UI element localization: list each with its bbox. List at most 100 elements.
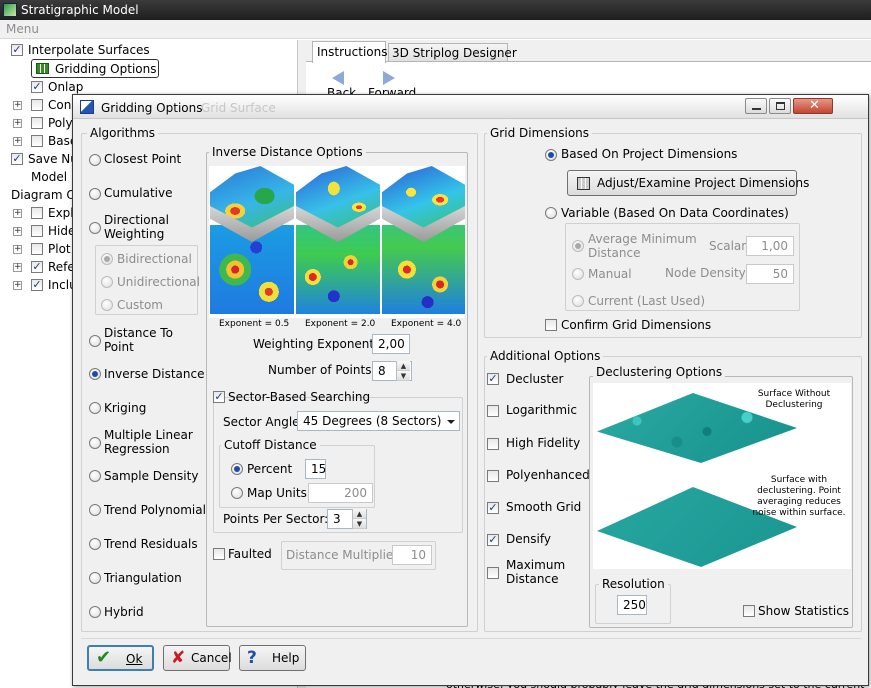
expand-icon[interactable]: + [13, 245, 22, 254]
algo-distance-to-point[interactable]: Distance To Point [104, 326, 194, 354]
checkbox-polyenhanced[interactable] [487, 470, 499, 482]
percent-label[interactable]: Percent [247, 462, 292, 476]
dir-bidirectional[interactable]: Bidirectional [117, 252, 192, 266]
radio-cumulative[interactable] [89, 188, 101, 200]
densify-label[interactable]: Densify [506, 532, 551, 546]
radio-avg-min[interactable] [572, 240, 584, 252]
algo-kriging[interactable]: Kriging [104, 401, 146, 415]
points-per-sector-stepper[interactable]: ▲ ▼ [352, 509, 366, 529]
algo-trend-resid[interactable]: Trend Residuals [104, 537, 198, 551]
checkbox-plot[interactable] [31, 243, 43, 255]
radio-map-units[interactable] [231, 487, 243, 499]
expand-icon[interactable]: + [13, 227, 22, 236]
checkbox-sector-search[interactable]: ✓ [213, 391, 225, 403]
checkbox-faulted[interactable] [213, 548, 225, 560]
spin-up-icon[interactable]: ▲ [397, 361, 410, 371]
radio-trend-resid[interactable] [89, 538, 101, 550]
checkbox-logarithmic[interactable] [487, 405, 499, 417]
checkbox-smooth-grid[interactable]: ✓ [487, 502, 499, 514]
radio-current[interactable] [572, 295, 584, 307]
ok-button[interactable]: ✔ Ok [87, 645, 154, 671]
tree-item-gridding[interactable]: Gridding Options [55, 62, 156, 76]
radio-kriging[interactable] [89, 402, 101, 414]
tree-item-onlap[interactable]: Onlap [48, 80, 83, 94]
tree-item-poly[interactable]: Poly [48, 116, 73, 130]
radio-unidirectional[interactable] [101, 276, 113, 288]
show-stats-label[interactable]: Show Statistics [758, 604, 849, 618]
manual-label[interactable]: Manual [588, 267, 632, 281]
menu-item[interactable]: Menu [6, 22, 39, 36]
spin-down-icon[interactable]: ▼ [353, 519, 366, 529]
checkbox-hide[interactable] [31, 225, 43, 237]
faulted-label[interactable]: Faulted [228, 547, 272, 561]
radio-mlr[interactable] [89, 437, 101, 449]
checkbox-high-fidelity[interactable] [487, 438, 499, 450]
radio-based-on-project[interactable] [545, 149, 557, 161]
checkbox-incl[interactable]: ✓ [31, 279, 43, 291]
tab-striplog[interactable]: 3D Striplog Designer [388, 43, 517, 62]
algo-cumulative[interactable]: Cumulative [104, 186, 173, 200]
forward-arrow-icon[interactable] [383, 71, 395, 85]
checkbox-interpolate[interactable]: ✓ [11, 44, 23, 56]
checkbox-max-distance[interactable] [487, 567, 499, 579]
radio-directional[interactable] [89, 222, 101, 234]
minimize-button[interactable] [745, 98, 767, 114]
decluster-label[interactable]: Decluster [506, 372, 563, 386]
dir-custom[interactable]: Custom [117, 298, 163, 312]
radio-manual[interactable] [572, 268, 584, 280]
tree-item-save[interactable]: Save Nu [28, 152, 78, 166]
radio-hybrid[interactable] [89, 606, 101, 618]
weighting-exponent-input[interactable]: 2,00 [372, 334, 410, 354]
close-button[interactable]: ✕ [793, 98, 833, 114]
algo-triangulation[interactable]: Triangulation [104, 571, 182, 585]
algo-directional[interactable]: Directional Weighting [104, 213, 194, 241]
radio-percent[interactable] [231, 463, 243, 475]
based-on-project-label[interactable]: Based On Project Dimensions [561, 147, 737, 161]
expand-icon[interactable]: + [13, 137, 22, 146]
current-label[interactable]: Current (Last Used) [588, 294, 705, 308]
radio-inverse-distance[interactable] [89, 368, 101, 380]
tree-item-expl[interactable]: Expl [48, 206, 74, 220]
checkbox-base[interactable] [31, 135, 43, 147]
algo-sample-density[interactable]: Sample Density [104, 469, 198, 483]
checkbox-save[interactable]: ✓ [11, 153, 23, 165]
radio-bidirectional[interactable] [101, 253, 113, 265]
checkbox-show-stats[interactable] [743, 605, 755, 617]
logarithmic-label[interactable]: Logarithmic [506, 403, 577, 417]
back-arrow-icon[interactable] [332, 71, 344, 85]
spin-up-icon[interactable]: ▲ [353, 509, 366, 519]
avg-min-label[interactable]: Average Minimum Distance [588, 232, 698, 260]
radio-closest[interactable] [89, 154, 101, 166]
tab-instructions[interactable]: Instructions [312, 41, 387, 63]
maximize-button[interactable] [769, 98, 791, 114]
tree-item-plot[interactable]: Plot [48, 242, 71, 256]
expand-icon[interactable]: + [13, 101, 22, 110]
map-units-input[interactable]: 200 [308, 483, 373, 503]
algo-trend-poly[interactable]: Trend Polynomial [104, 503, 206, 517]
tree-item-diagram[interactable]: Diagram O [11, 188, 76, 202]
radio-trend-poly[interactable] [89, 504, 101, 516]
checkbox-densify[interactable]: ✓ [487, 534, 499, 546]
checkbox-confirm-grid[interactable] [545, 319, 557, 331]
radio-sample-density[interactable] [89, 470, 101, 482]
radio-triangulation[interactable] [89, 572, 101, 584]
polyenhanced-label[interactable]: Polyenhanced [506, 468, 590, 482]
number-of-points-stepper[interactable]: ▲ ▼ [396, 361, 410, 381]
checkbox-onlap[interactable]: ✓ [31, 81, 43, 93]
radio-custom[interactable] [101, 299, 113, 311]
checkbox-decluster[interactable]: ✓ [487, 373, 499, 385]
checkbox-expl[interactable] [31, 207, 43, 219]
algo-closest[interactable]: Closest Point [104, 152, 181, 166]
expand-icon[interactable]: + [13, 209, 22, 218]
tree-item-refe[interactable]: Refe [48, 260, 75, 274]
checkbox-poly[interactable] [31, 117, 43, 129]
sector-angle-select[interactable]: 45 Degrees (8 Sectors) [297, 411, 460, 431]
expand-icon[interactable]: + [13, 119, 22, 128]
algo-inverse-distance[interactable]: Inverse Distance [104, 367, 204, 381]
sector-search-label[interactable]: Sector-Based Searching [228, 390, 370, 404]
algo-hybrid[interactable]: Hybrid [104, 605, 144, 619]
radio-variable[interactable] [545, 207, 557, 219]
help-button[interactable]: ? Help [239, 645, 306, 671]
tree-item-interpolate[interactable]: Interpolate Surfaces [28, 43, 150, 57]
checkbox-cons[interactable] [31, 99, 43, 111]
